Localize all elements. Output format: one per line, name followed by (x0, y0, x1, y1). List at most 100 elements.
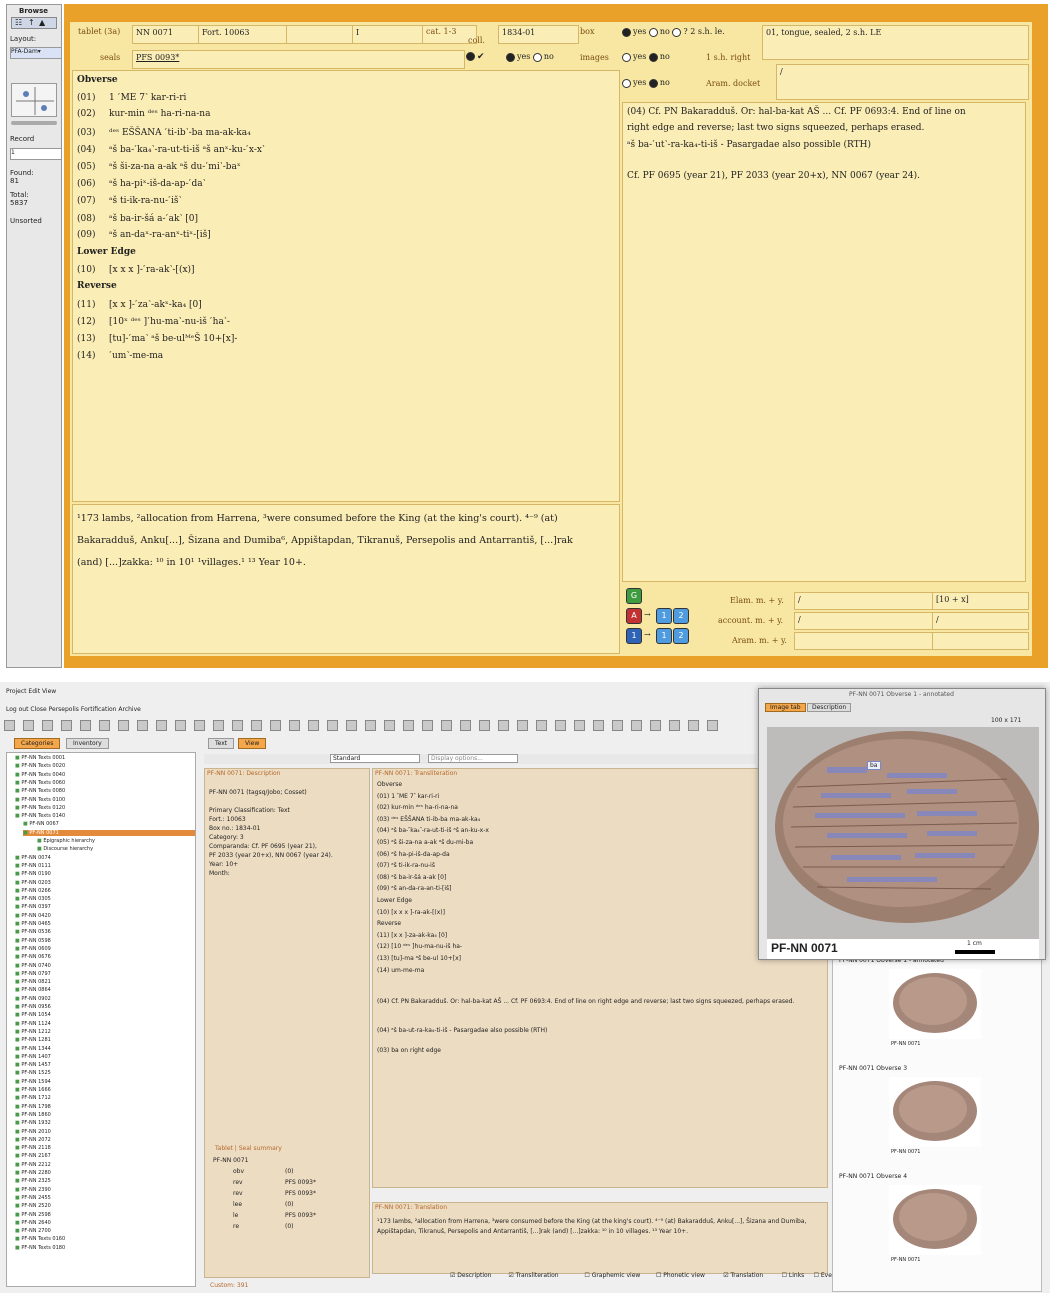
toolbar-icon[interactable] (156, 720, 167, 731)
toolbar-icon[interactable] (707, 720, 718, 731)
tree-item[interactable]: ■ PF-NN 2520 (15, 1203, 51, 1209)
tree-item[interactable]: ■ PF-NN 2072 (15, 1137, 51, 1143)
toolbar-icon[interactable] (650, 720, 661, 731)
menubar[interactable]: Project Edit View (6, 688, 56, 695)
tree-item[interactable]: ■ PF-NN 0821 (15, 979, 51, 985)
toolbar-icon[interactable] (574, 720, 585, 731)
toolbar-icon[interactable] (403, 720, 414, 731)
tablet-description-field[interactable]: 01, tongue, sealed, 2 s.h. LE (762, 25, 1029, 60)
tree-item[interactable]: ■ PF-NN Texts 0160 (15, 1236, 65, 1242)
toolbar-icon[interactable] (194, 720, 205, 731)
panel-checkbox[interactable]: ☐ Links (782, 1272, 805, 1279)
tree-item[interactable]: ■ PF-NN Texts 0001 (15, 755, 65, 761)
tree-item[interactable]: ■ Epigraphic hierarchy (37, 838, 95, 844)
coll-radio[interactable]: ✔ (466, 52, 485, 62)
book-navigator-icon[interactable] (11, 83, 57, 117)
toolbar-icon[interactable] (517, 720, 528, 731)
seals-field[interactable]: PFS 0093* (132, 50, 465, 69)
translation-pane[interactable]: ¹173 lambs, ²allocation from Harrena, ³w… (72, 504, 620, 654)
tree-item[interactable]: ■ PF-NN 0420 (15, 913, 51, 919)
toolbar-icon[interactable] (688, 720, 699, 731)
thumbnail-title[interactable]: PF-NN 0071 Obverse 3 (839, 1065, 907, 1072)
account-field[interactable]: / (794, 612, 935, 630)
tree-item[interactable]: ■ PF-NN 1594 (15, 1079, 51, 1085)
tree-item[interactable]: ■ PF-NN 0598 (15, 938, 51, 944)
tree-item[interactable]: ■ PF-NN Texts 0140 (15, 813, 65, 819)
box-number-field[interactable]: 1834-01 (498, 25, 579, 44)
toolbar-icon[interactable] (346, 720, 357, 731)
toolbar-icon[interactable] (441, 720, 452, 731)
tree-item[interactable]: ■ PF-NN 2640 (15, 1220, 51, 1226)
tree-item[interactable]: ■ PF-NN 1666 (15, 1087, 51, 1093)
tree-item[interactable]: ■ PF-NN 1525 (15, 1070, 51, 1076)
tree-item[interactable]: ■ PF-NN 2325 (15, 1178, 51, 1184)
toolbar-icon[interactable] (669, 720, 680, 731)
tree-item[interactable]: ■ PF-NN 0740 (15, 963, 51, 969)
toolbar-icon[interactable] (270, 720, 281, 731)
tree-item[interactable]: ■ PF-NN 2010 (15, 1129, 51, 1135)
tree-item[interactable]: ■ PF-NN 2455 (15, 1195, 51, 1201)
tree-item[interactable]: ■ PF-NN 0465 (15, 921, 51, 927)
tablet-image[interactable]: ba (767, 727, 1039, 939)
tablet-field[interactable]: NN 0071 (132, 25, 201, 44)
toolbar-icon[interactable] (23, 720, 34, 731)
toolbar-icon[interactable] (4, 720, 15, 731)
seal-row-value[interactable]: PFS 0093* (285, 1190, 316, 1197)
tree-item[interactable]: ■ PF-NN Texts 0180 (15, 1245, 65, 1251)
toolbar-icon[interactable] (289, 720, 300, 731)
images-radio-group[interactable]: yes no (506, 52, 554, 62)
tree-item[interactable]: ■ PF-NN 0190 (15, 871, 51, 877)
checkbox-icon[interactable]: ☐ (782, 1272, 789, 1279)
thumbnail-image[interactable] (889, 969, 981, 1039)
thumbnail-title[interactable]: PF-NN 0071 Obverse 4 (839, 1173, 907, 1180)
aram-radio-group[interactable]: yes no (622, 78, 670, 88)
toolbar-icon[interactable] (118, 720, 129, 731)
tree-item[interactable]: ■ PF-NN 1798 (15, 1104, 51, 1110)
seal-row-value[interactable]: PFS 0093* (285, 1179, 316, 1186)
panel-checkbox[interactable]: ☐ Graphemic view (584, 1272, 640, 1279)
mode-icons[interactable]: ☷ ↑ ▲ (11, 17, 57, 29)
tree-item[interactable]: ■ PF-NN 0266 (15, 888, 51, 894)
transliteration-pane[interactable]: Obverse (01) 1 ˹ME 7˺ kar-ri-ri (02) kur-min… (72, 70, 620, 502)
a-button[interactable]: A (626, 608, 642, 624)
toolbar-icon[interactable] (308, 720, 319, 731)
toolbar-icon[interactable] (384, 720, 395, 731)
description-tab[interactable]: Description (807, 703, 852, 712)
toolbar-icon[interactable] (175, 720, 186, 731)
sort-icon[interactable]: ▲ (39, 18, 45, 27)
aram-count-right-field[interactable] (932, 632, 1029, 650)
tree-item[interactable]: ■ PF-NN 1860 (15, 1112, 51, 1118)
count-two-button-b[interactable]: 2 (673, 628, 689, 644)
tree-item[interactable]: ■ PF-NN 0676 (15, 954, 51, 960)
tree-item[interactable]: ■ PF-NN 0111 (15, 863, 51, 869)
tree-item[interactable]: ■ PF-NN 0067 (23, 821, 59, 827)
toolbar-icon[interactable] (99, 720, 110, 731)
toolbar-icon[interactable] (536, 720, 547, 731)
elam-field[interactable]: / (794, 592, 935, 610)
toolbar-icon[interactable] (460, 720, 471, 731)
app-toolbar[interactable]: Log out Close Persepolis Fortification A… (6, 706, 141, 713)
tree-item[interactable]: ■ Discourse hierarchy (37, 846, 93, 852)
display-search[interactable]: Display options... (428, 754, 518, 763)
up-arrow-icon[interactable]: ↑ (28, 18, 35, 27)
tree-item[interactable]: ■ PF-NN 2390 (15, 1187, 51, 1193)
toolbar-icon[interactable] (137, 720, 148, 731)
checkbox-icon[interactable]: ☐ (584, 1272, 591, 1279)
tree-item[interactable]: ■ PF-NN 0864 (15, 987, 51, 993)
seal-row-value[interactable]: (0) (285, 1168, 294, 1175)
count-one-button-a[interactable]: 1 (656, 608, 672, 624)
count-one-button-b[interactable]: 1 (656, 628, 672, 644)
seal-row-value[interactable]: PFS 0093* (285, 1212, 316, 1219)
tab-categories[interactable]: Categories (14, 738, 61, 749)
toolbar-icon[interactable] (232, 720, 243, 731)
count-two-button-a[interactable]: 2 (673, 608, 689, 624)
toolbar-icon[interactable] (365, 720, 376, 731)
tree-item[interactable]: ■ PF-NN 0074 (15, 855, 51, 861)
tree-item[interactable]: ■ PF-NN 0797 (15, 971, 51, 977)
toolbar-icon[interactable] (213, 720, 224, 731)
notes-pane[interactable]: (04) Cf. PN Bakaradduš. Or: hal-ba-kat A… (622, 102, 1026, 582)
aram-docket-field[interactable]: / (776, 64, 1029, 100)
tree-item[interactable]: ■ PF-NN Texts 0060 (15, 780, 65, 786)
tree-item[interactable]: ■ PF-NN 2700 (15, 1228, 51, 1234)
tree-item[interactable]: ■ PF-NN Texts 0040 (15, 772, 65, 778)
